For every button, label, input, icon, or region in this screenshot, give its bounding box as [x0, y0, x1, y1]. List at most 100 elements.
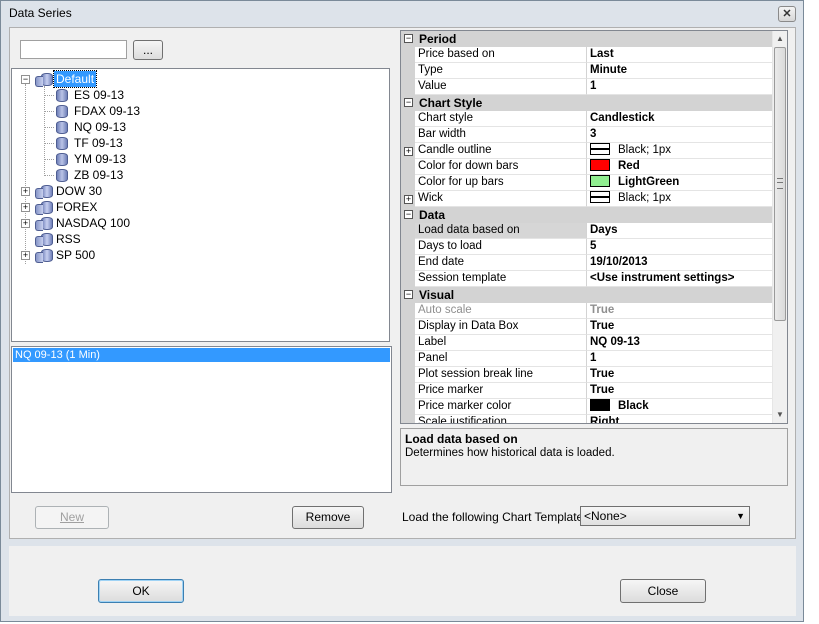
instrument-tree[interactable]: − Default ES 09-13 FDAX 09-13 NQ 09-13 T… [11, 68, 390, 342]
scrollbar-thumb[interactable] [774, 47, 786, 321]
property-display-in-data-box[interactable]: Display in Data Box True [401, 319, 772, 335]
title-bar[interactable]: Data Series ✕ [1, 1, 803, 26]
property-wick[interactable]: + Wick Black; 1px [401, 191, 772, 207]
instrument-search-input[interactable] [20, 40, 127, 59]
category-label: Chart Style [419, 96, 483, 110]
chart-template-select[interactable]: <None> ▼ [580, 506, 750, 526]
tree-item-sp-500[interactable]: + SP 500 [12, 247, 389, 263]
property-candle-outline[interactable]: + Candle outline Black; 1px [401, 143, 772, 159]
property-value[interactable]: Black; 1px [587, 191, 772, 207]
property-name: Candle outline [415, 143, 587, 159]
property-color-down-bars[interactable]: Color for down bars Red [401, 159, 772, 175]
property-color-up-bars[interactable]: Color for up bars LightGreen [401, 175, 772, 191]
property-grid[interactable]: − Period Price based on Last Type Minute… [400, 30, 788, 424]
property-value-text: Red [618, 160, 640, 172]
property-plot-session-break-line[interactable]: Plot session break line True [401, 367, 772, 383]
tree-item-label: FOREX [56, 200, 98, 214]
collapse-icon[interactable]: − [404, 210, 413, 219]
tree-item-dow-30[interactable]: + DOW 30 [12, 183, 389, 199]
property-value[interactable]: NQ 09-13 [587, 335, 772, 351]
expand-icon[interactable]: + [21, 219, 30, 228]
tree-item-instrument[interactable]: TF 09-13 [12, 135, 389, 151]
category-period[interactable]: − Period [401, 31, 772, 47]
property-value[interactable]: True [587, 383, 772, 399]
window-title: Data Series [9, 6, 72, 20]
property-bar-width[interactable]: Bar width 3 [401, 127, 772, 143]
tree-item-instrument[interactable]: FDAX 09-13 [12, 103, 389, 119]
database-icon [56, 137, 68, 150]
property-price-marker-color[interactable]: Price marker color Black [401, 399, 772, 415]
collapse-icon[interactable]: − [404, 290, 413, 299]
property-value[interactable]: Red [587, 159, 772, 175]
property-value[interactable]: Black [587, 399, 772, 415]
tree-item-forex[interactable]: + FOREX [12, 199, 389, 215]
window-close-button[interactable]: ✕ [778, 6, 796, 22]
property-price-based-on[interactable]: Price based on Last [401, 47, 772, 63]
color-swatch-icon [590, 175, 610, 187]
collapse-icon[interactable]: − [404, 34, 413, 43]
property-value[interactable]: Value 1 [401, 79, 772, 95]
property-name: Scale justification [415, 415, 587, 423]
scroll-down-icon[interactable]: ▼ [775, 409, 785, 421]
property-value[interactable]: Candlestick [587, 111, 772, 127]
tree-item-instrument[interactable]: ZB 09-13 [12, 167, 389, 183]
property-value[interactable]: True [587, 319, 772, 335]
selected-series-list[interactable]: NQ 09-13 (1 Min) [11, 346, 392, 493]
property-value[interactable]: 1 [587, 79, 772, 95]
ok-button[interactable]: OK [98, 579, 184, 603]
category-data[interactable]: − Data [401, 207, 772, 223]
tree-item-nasdaq-100[interactable]: + NASDAQ 100 [12, 215, 389, 231]
close-button[interactable]: Close [620, 579, 706, 603]
tree-item-default[interactable]: − Default [12, 70, 389, 88]
property-chart-style[interactable]: Chart style Candlestick [401, 111, 772, 127]
property-session-template[interactable]: Session template <Use instrument setting… [401, 271, 772, 287]
property-value[interactable]: Last [587, 47, 772, 63]
property-value[interactable]: LightGreen [587, 175, 772, 191]
property-value[interactable]: Black; 1px [587, 143, 772, 159]
property-value[interactable]: 5 [587, 239, 772, 255]
expand-icon[interactable]: + [404, 195, 413, 204]
property-scale-justification[interactable]: Scale justification Right [401, 415, 772, 423]
property-end-date[interactable]: End date 19/10/2013 [401, 255, 772, 271]
tree-item-instrument[interactable]: NQ 09-13 [12, 119, 389, 135]
property-label[interactable]: Label NQ 09-13 [401, 335, 772, 351]
expand-icon[interactable]: + [21, 203, 30, 212]
scroll-up-icon[interactable]: ▲ [775, 33, 785, 45]
property-value[interactable]: 3 [587, 127, 772, 143]
property-value[interactable]: True [587, 303, 772, 319]
category-visual[interactable]: − Visual [401, 287, 772, 303]
property-type[interactable]: Type Minute [401, 63, 772, 79]
property-load-data-based-on[interactable]: Load data based on Days [401, 223, 772, 239]
expand-icon[interactable]: + [21, 187, 30, 196]
property-value[interactable]: Right [587, 415, 772, 423]
remove-button[interactable]: Remove [292, 506, 364, 529]
property-grid-scrollbar[interactable]: ▲ ▼ [772, 31, 787, 423]
property-value[interactable]: Minute [587, 63, 772, 79]
property-value-text: Black [618, 400, 649, 412]
browse-button[interactable]: ... [133, 40, 163, 60]
new-button[interactable]: New [35, 506, 109, 529]
tree-item-instrument[interactable]: ES 09-13 [12, 87, 389, 103]
property-days-to-load[interactable]: Days to load 5 [401, 239, 772, 255]
tree-item-instrument[interactable]: YM 09-13 [12, 151, 389, 167]
collapse-icon[interactable]: − [404, 98, 413, 107]
tree-item-label: SP 500 [56, 248, 96, 262]
property-value[interactable]: True [587, 367, 772, 383]
chart-template-value: <None> [584, 509, 627, 523]
property-name: Auto scale [415, 303, 587, 319]
property-panel[interactable]: Panel 1 [401, 351, 772, 367]
property-value[interactable]: Days [587, 223, 772, 239]
line-style-swatch-icon [590, 191, 610, 203]
property-value[interactable]: 19/10/2013 [587, 255, 772, 271]
property-value[interactable]: 1 [587, 351, 772, 367]
property-price-marker[interactable]: Price marker True [401, 383, 772, 399]
property-auto-scale[interactable]: Auto scale True [401, 303, 772, 319]
collapse-icon[interactable]: − [21, 75, 30, 84]
tree-item-rss[interactable]: RSS [12, 231, 389, 247]
expand-icon[interactable]: + [21, 251, 30, 260]
property-value[interactable]: <Use instrument settings> [587, 271, 772, 287]
expand-icon[interactable]: + [404, 147, 413, 156]
series-list-item[interactable]: NQ 09-13 (1 Min) [13, 348, 390, 362]
category-chart-style[interactable]: − Chart Style [401, 95, 772, 111]
property-name: Type [415, 63, 587, 79]
